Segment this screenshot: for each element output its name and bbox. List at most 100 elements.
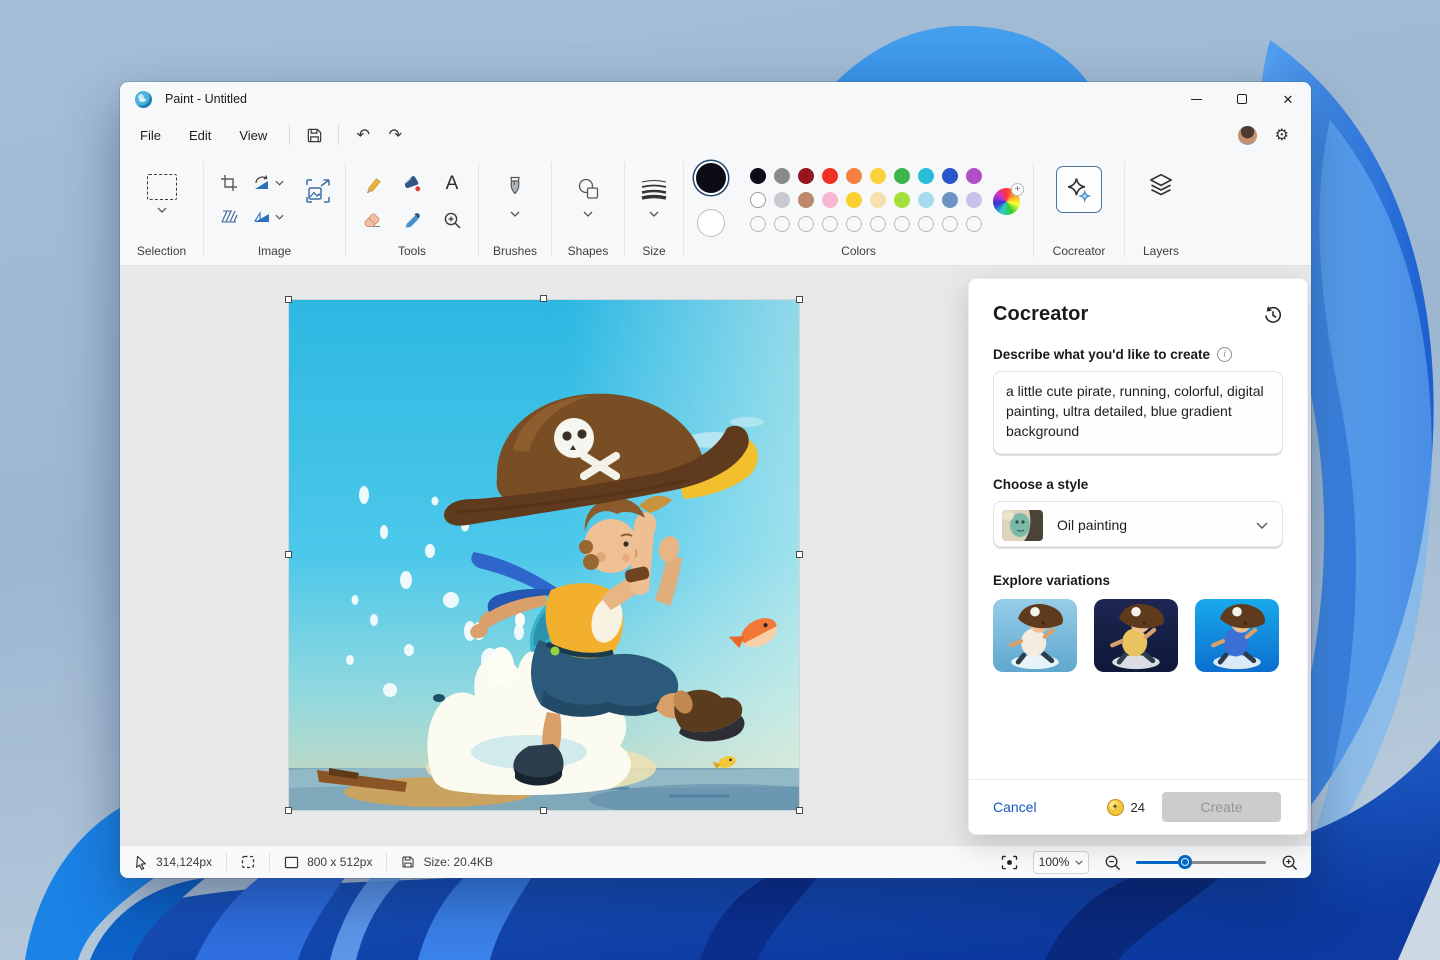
resize-handle-sw[interactable] — [285, 807, 292, 814]
color-swatch[interactable] — [798, 168, 814, 184]
fill-tool-icon[interactable] — [402, 175, 422, 194]
menu-edit[interactable]: Edit — [175, 122, 225, 149]
style-dropdown[interactable]: Oil painting — [993, 501, 1283, 549]
shapes-group-label: Shapes — [552, 244, 624, 258]
color-picker-tool-icon[interactable] — [403, 211, 422, 230]
empty-color-slot[interactable] — [846, 216, 862, 232]
style-thumbnail — [1002, 510, 1043, 541]
secondary-color-swatch[interactable] — [697, 209, 725, 237]
empty-color-slot[interactable] — [918, 216, 934, 232]
rotate-icon — [252, 175, 271, 191]
pencil-tool-icon[interactable] — [363, 175, 382, 194]
resize-handle-e[interactable] — [796, 551, 803, 558]
color-swatch[interactable] — [846, 192, 862, 208]
zoom-slider[interactable] — [1136, 855, 1266, 869]
color-swatch[interactable] — [942, 192, 958, 208]
chevron-down-icon — [583, 211, 593, 217]
color-swatch[interactable] — [966, 168, 982, 184]
color-swatch[interactable] — [870, 168, 886, 184]
settings-gear-icon[interactable]: ⚙ — [1275, 125, 1289, 145]
color-swatch[interactable] — [774, 192, 790, 208]
layers-group[interactable]: Layers — [1125, 154, 1197, 265]
menu-view[interactable]: View — [225, 122, 281, 149]
eraser-tool-icon[interactable] — [362, 211, 382, 229]
prompt-input[interactable]: a little cute pirate, running, colorful,… — [993, 371, 1283, 456]
canvas-workspace: Cocreator Describe what you'd like to cr… — [120, 266, 1311, 845]
resize-handle-w[interactable] — [285, 551, 292, 558]
empty-color-slot[interactable] — [894, 216, 910, 232]
menu-file[interactable]: File — [126, 122, 175, 149]
variation-thumbnail-3[interactable] — [1195, 599, 1279, 672]
cancel-button[interactable]: Cancel — [993, 799, 1037, 815]
resize-handle-ne[interactable] — [796, 296, 803, 303]
chevron-down-icon[interactable] — [157, 207, 167, 213]
text-tool-icon[interactable]: A — [446, 173, 459, 195]
edit-colors-button[interactable]: + — [993, 188, 1020, 215]
resize-skew-icon[interactable] — [220, 209, 239, 225]
zoom-out-icon[interactable] — [1104, 854, 1121, 871]
undo-button[interactable]: ↶ — [347, 121, 379, 149]
zoom-in-icon[interactable] — [1281, 854, 1298, 871]
empty-color-slot[interactable] — [750, 216, 766, 232]
resize-handle-n[interactable] — [540, 295, 547, 302]
color-swatch[interactable] — [822, 168, 838, 184]
color-swatch[interactable] — [894, 168, 910, 184]
rotate-button[interactable] — [252, 175, 284, 191]
color-swatch[interactable] — [918, 192, 934, 208]
style-label: Choose a style — [993, 477, 1283, 492]
empty-color-slot[interactable] — [774, 216, 790, 232]
close-button[interactable]: ✕ — [1265, 82, 1311, 116]
canvas-image[interactable] — [289, 300, 799, 810]
empty-color-slot[interactable] — [966, 216, 982, 232]
zoom-fit-icon[interactable] — [1001, 855, 1018, 870]
empty-color-slot[interactable] — [942, 216, 958, 232]
variation-thumbnail-2[interactable] — [1094, 599, 1178, 672]
selection-tool-icon[interactable] — [147, 174, 177, 200]
crop-icon[interactable] — [220, 174, 238, 192]
resize-handle-s[interactable] — [540, 807, 547, 814]
zoom-slider-thumb[interactable] — [1178, 855, 1192, 869]
image-options-button[interactable] — [303, 176, 333, 211]
info-icon[interactable]: i — [1217, 347, 1232, 362]
empty-color-slot[interactable] — [822, 216, 838, 232]
magnifier-tool-icon[interactable] — [443, 211, 462, 230]
resize-handle-se[interactable] — [796, 807, 803, 814]
selection-group-label: Selection — [120, 244, 203, 258]
history-icon[interactable] — [1263, 305, 1283, 325]
empty-color-slot[interactable] — [870, 216, 886, 232]
save-button[interactable] — [298, 121, 330, 149]
flip-button[interactable] — [253, 210, 284, 225]
variations-label: Explore variations — [993, 573, 1283, 588]
color-swatch[interactable] — [822, 192, 838, 208]
redo-button[interactable]: ↷ — [379, 121, 411, 149]
cocreator-panel-title: Cocreator — [993, 303, 1088, 326]
resize-handle-nw[interactable] — [285, 296, 292, 303]
create-button[interactable]: Create — [1162, 792, 1281, 822]
account-avatar[interactable] — [1238, 126, 1257, 145]
maximize-button[interactable] — [1219, 82, 1265, 116]
shapes-group[interactable]: Shapes — [552, 154, 624, 265]
brushes-group[interactable]: Brushes — [479, 154, 551, 265]
color-swatch[interactable] — [750, 192, 766, 208]
minimize-button[interactable] — [1173, 82, 1219, 116]
color-swatch[interactable] — [798, 192, 814, 208]
selection-tool-group[interactable]: Selection — [120, 154, 203, 265]
zoom-level-dropdown[interactable]: 100% — [1033, 851, 1089, 874]
color-swatch[interactable] — [918, 168, 934, 184]
empty-color-slot[interactable] — [798, 216, 814, 232]
shapes-icon — [576, 177, 601, 201]
sparkle-icon — [1065, 176, 1093, 204]
tools-group-label: Tools — [346, 244, 478, 258]
variation-thumbnail-1[interactable] — [993, 599, 1077, 672]
color-swatch[interactable] — [966, 192, 982, 208]
file-size-icon — [401, 855, 415, 869]
cocreator-button[interactable] — [1056, 166, 1102, 213]
color-swatch[interactable] — [774, 168, 790, 184]
color-swatch[interactable] — [894, 192, 910, 208]
color-swatch[interactable] — [846, 168, 862, 184]
color-swatch[interactable] — [942, 168, 958, 184]
primary-color-swatch[interactable] — [696, 163, 726, 193]
color-swatch[interactable] — [870, 192, 886, 208]
color-swatch[interactable] — [750, 168, 766, 184]
size-group[interactable]: Size — [625, 154, 683, 265]
